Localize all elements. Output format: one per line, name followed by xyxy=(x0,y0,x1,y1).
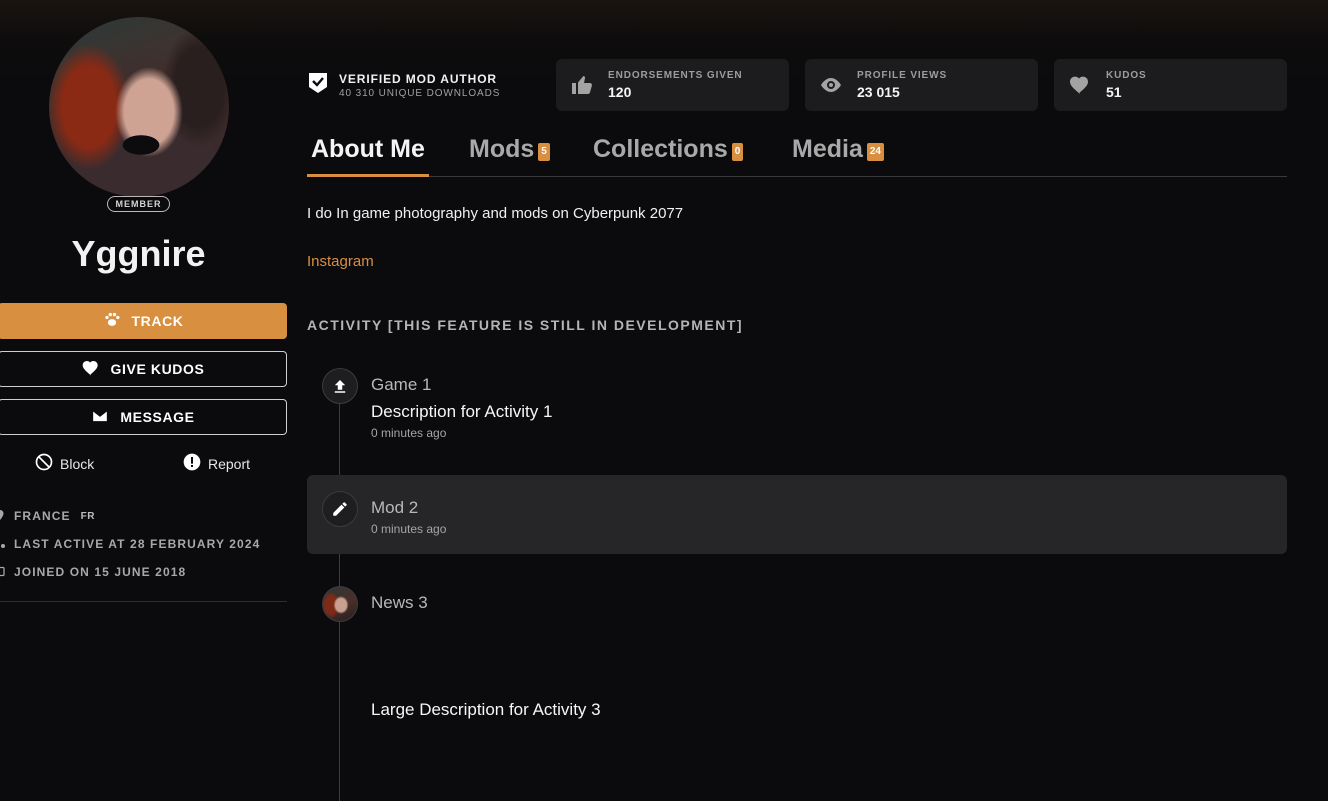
instagram-link[interactable]: Instagram xyxy=(307,253,374,270)
block-button[interactable]: Block xyxy=(34,452,94,475)
profile-avatar[interactable] xyxy=(49,17,229,197)
verified-shield-icon xyxy=(307,71,329,100)
track-label: TRACK xyxy=(131,313,184,329)
activity-item-highlight[interactable] xyxy=(307,475,1287,554)
envelope-icon xyxy=(90,406,110,429)
verified-title: VERIFIED MOD AUTHOR xyxy=(339,71,497,86)
activity-icon xyxy=(0,537,8,551)
alert-icon xyxy=(182,452,202,475)
calendar-icon xyxy=(0,565,8,579)
profile-sidebar: MEMBER Yggnire TRACK GIVE KUDOS MESSAGE … xyxy=(0,0,287,801)
role-badge: MEMBER xyxy=(107,196,170,212)
tab-label: About Me xyxy=(311,135,425,163)
country-flag: FR xyxy=(80,510,95,522)
thumbs-up-icon xyxy=(556,73,608,97)
message-label: MESSAGE xyxy=(120,409,195,425)
tab-media[interactable]: Media 24 xyxy=(792,135,884,176)
joined-text: JOINED ON 15 JUNE 2018 xyxy=(14,565,187,579)
report-label: Report xyxy=(208,455,251,472)
unique-downloads: 40 310 UNIQUE DOWNLOADS xyxy=(339,87,501,99)
bio-text: I do In game photography and mods on Cyb… xyxy=(307,205,684,222)
location-pin-icon xyxy=(0,509,8,523)
stat-profile-views: PROFILE VIEWS 23 015 xyxy=(805,59,1038,111)
activity-description: Large Description for Activity 3 xyxy=(371,700,601,719)
tab-label: Media xyxy=(792,135,863,163)
pencil-icon xyxy=(322,491,358,527)
heart-icon xyxy=(1054,73,1106,97)
track-button[interactable]: TRACK xyxy=(0,303,287,339)
profile-meta: FRANCE FR LAST ACTIVE AT 28 FEBRUARY 202… xyxy=(0,502,287,586)
joined-row: JOINED ON 15 JUNE 2018 xyxy=(0,558,287,586)
upload-icon xyxy=(322,368,358,404)
last-active-row: LAST ACTIVE AT 28 FEBRUARY 2024 xyxy=(0,530,287,558)
activity-title[interactable]: Game 1 xyxy=(371,375,431,395)
stat-endorsements: ENDORSEMENTS GIVEN 120 xyxy=(556,59,789,111)
stat-label: PROFILE VIEWS xyxy=(857,70,948,81)
activity-title[interactable]: News 3 xyxy=(371,593,428,613)
sidebar-divider xyxy=(0,601,287,602)
heart-icon xyxy=(81,358,101,381)
give-kudos-label: GIVE KUDOS xyxy=(110,361,205,377)
count-badge: 5 xyxy=(538,143,550,161)
stat-value: 23 015 xyxy=(857,84,900,100)
tab-label: Mods xyxy=(469,135,535,163)
block-label: Block xyxy=(60,455,95,472)
give-kudos-button[interactable]: GIVE KUDOS xyxy=(0,351,287,387)
count-badge: 24 xyxy=(866,143,884,161)
report-button[interactable]: Report xyxy=(182,452,250,475)
secondary-actions: Block Report xyxy=(0,452,287,474)
tab-about-me[interactable]: About Me xyxy=(307,135,429,177)
activity-time: 0 minutes ago xyxy=(371,522,447,536)
last-active-text: LAST ACTIVE AT 28 FEBRUARY 2024 xyxy=(14,537,261,551)
stat-kudos: KUDOS 51 xyxy=(1054,59,1287,111)
stat-value: 51 xyxy=(1106,84,1122,100)
tab-label: Collections xyxy=(593,135,728,163)
location-text: FRANCE xyxy=(14,509,71,523)
verified-author: VERIFIED MOD AUTHOR 40 310 UNIQUE DOWNLO… xyxy=(307,60,500,110)
stat-label: KUDOS xyxy=(1106,70,1147,81)
username: Yggnire xyxy=(71,233,206,274)
stat-value: 120 xyxy=(608,84,632,100)
eye-icon xyxy=(805,73,857,97)
tab-collections[interactable]: Collections 0 xyxy=(593,135,744,176)
location-row: FRANCE FR xyxy=(0,502,287,530)
activity-time: 0 minutes ago xyxy=(371,426,447,440)
paw-icon xyxy=(102,310,122,333)
activity-heading: ACTIVITY [THIS FEATURE IS STILL IN DEVEL… xyxy=(307,317,744,333)
stat-label: ENDORSEMENTS GIVEN xyxy=(608,70,743,81)
profile-tabs: About Me Mods 5 Collections 0 Media 24 xyxy=(307,135,1287,177)
tab-mods[interactable]: Mods 5 xyxy=(469,135,550,176)
count-badge: 0 xyxy=(731,143,744,161)
block-icon xyxy=(34,452,54,475)
activity-avatar xyxy=(322,586,358,622)
message-button[interactable]: MESSAGE xyxy=(0,399,287,435)
activity-title[interactable]: Mod 2 xyxy=(371,498,418,518)
activity-description: Description for Activity 1 xyxy=(371,402,553,421)
